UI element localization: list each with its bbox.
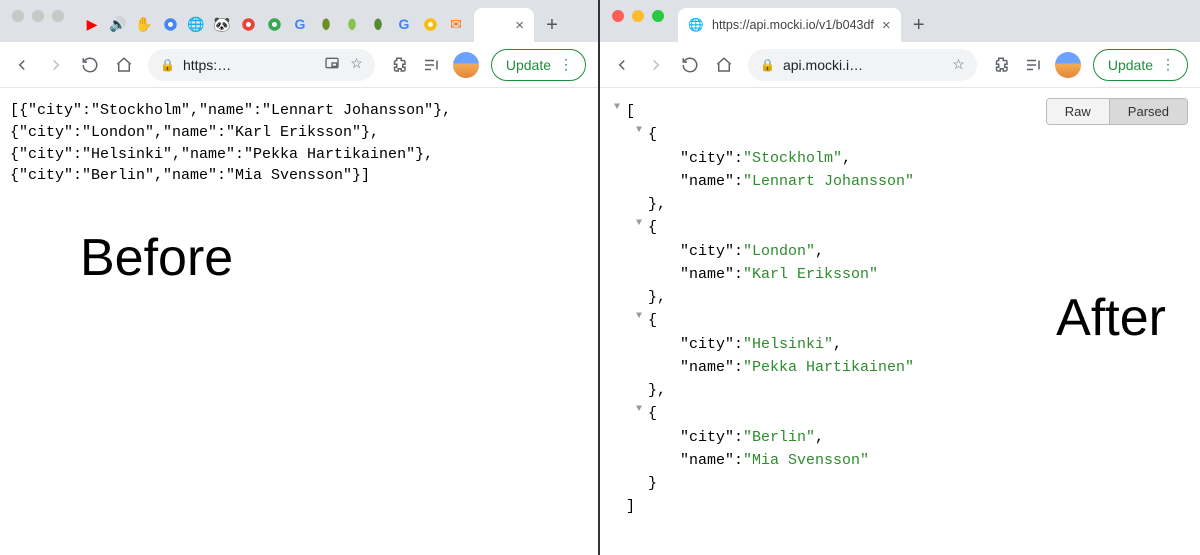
before-label: Before bbox=[80, 228, 233, 288]
toolbar-actions: Update ⋮ bbox=[991, 49, 1188, 81]
traffic-min[interactable] bbox=[32, 10, 44, 22]
star-icon[interactable]: ☆ bbox=[350, 55, 363, 74]
tabstrip: ▶ 🔊 ✋ 🌐 🐼 G ⬮ ⬮ ⬮ G ✉ × + bbox=[0, 0, 598, 42]
raw-tab-button[interactable]: Raw bbox=[1047, 99, 1109, 124]
pip-icon[interactable] bbox=[324, 55, 340, 74]
lock-icon: 🔒 bbox=[160, 58, 175, 72]
menu-dots-icon[interactable]: ⋮ bbox=[1161, 56, 1175, 73]
reload-button[interactable] bbox=[680, 55, 700, 75]
toggle-icon[interactable]: ▼ bbox=[636, 309, 648, 332]
pinned-google-icon[interactable]: G bbox=[292, 16, 308, 32]
close-tab-icon[interactable]: × bbox=[882, 17, 891, 34]
pinned-chrome2-icon[interactable] bbox=[240, 16, 256, 32]
page-content: [{"city":"Stockholm","name":"Lennart Joh… bbox=[0, 88, 598, 555]
pinned-leaf1-icon[interactable]: ⬮ bbox=[318, 16, 334, 32]
home-button[interactable] bbox=[714, 55, 734, 75]
new-tab-button[interactable]: + bbox=[538, 11, 566, 39]
toggle-icon[interactable]: ▼ bbox=[614, 100, 626, 123]
url-text: api.mocki.i… bbox=[783, 57, 944, 73]
mac-traffic-lights bbox=[606, 10, 674, 32]
back-button[interactable] bbox=[612, 55, 632, 75]
profile-avatar[interactable] bbox=[453, 52, 479, 78]
pinned-globe-icon[interactable]: 🌐 bbox=[188, 16, 204, 32]
pinned-mail-icon[interactable]: ✉ bbox=[448, 16, 464, 32]
home-button[interactable] bbox=[114, 55, 134, 75]
after-window: 🌐 https://api.mocki.io/v1/b043df × + 🔒 a… bbox=[600, 0, 1200, 555]
active-tab[interactable]: × bbox=[474, 8, 534, 42]
before-window: ▶ 🔊 ✋ 🌐 🐼 G ⬮ ⬮ ⬮ G ✉ × + 🔒 http bbox=[0, 0, 600, 555]
pinned-tabs: ▶ 🔊 ✋ 🌐 🐼 G ⬮ ⬮ ⬮ G ✉ bbox=[78, 16, 470, 42]
toggle-icon[interactable]: ▼ bbox=[636, 402, 648, 425]
update-button[interactable]: Update ⋮ bbox=[1093, 49, 1188, 81]
after-label: After bbox=[1056, 288, 1166, 348]
pinned-leaf3-icon[interactable]: ⬮ bbox=[370, 16, 386, 32]
globe-icon: 🌐 bbox=[688, 17, 704, 33]
pinned-google2-icon[interactable]: G bbox=[396, 16, 412, 32]
extensions-icon[interactable] bbox=[991, 55, 1011, 75]
lock-icon: 🔒 bbox=[760, 58, 775, 72]
update-label: Update bbox=[1108, 57, 1153, 73]
address-bar[interactable]: 🔒 https:… ☆ bbox=[148, 49, 375, 81]
url-text: https:… bbox=[183, 57, 316, 73]
pinned-chrome3-icon[interactable] bbox=[266, 16, 282, 32]
pinned-chrome4-icon[interactable] bbox=[422, 16, 438, 32]
json-property-row: "name": "Pekka Hartikainen" bbox=[614, 356, 1190, 379]
reading-list-icon[interactable] bbox=[421, 55, 441, 75]
reload-button[interactable] bbox=[80, 55, 100, 75]
tab-title: https://api.mocki.io/v1/b043df bbox=[712, 18, 874, 32]
close-tab-icon[interactable]: × bbox=[515, 17, 524, 34]
pinned-sound-icon[interactable]: 🔊 bbox=[110, 16, 126, 32]
json-viewer-toolbar: Raw Parsed bbox=[1046, 98, 1188, 125]
traffic-close[interactable] bbox=[612, 10, 624, 22]
json-property-row: "name": "Karl Eriksson" bbox=[614, 263, 1190, 286]
mac-traffic-lights bbox=[6, 10, 74, 32]
forward-button[interactable] bbox=[46, 55, 66, 75]
address-bar[interactable]: 🔒 api.mocki.i… ☆ bbox=[748, 49, 977, 81]
menu-dots-icon[interactable]: ⋮ bbox=[559, 56, 573, 73]
star-icon[interactable]: ☆ bbox=[952, 56, 965, 73]
update-label: Update bbox=[506, 57, 551, 73]
traffic-max[interactable] bbox=[652, 10, 664, 22]
forward-button[interactable] bbox=[646, 55, 666, 75]
back-button[interactable] bbox=[12, 55, 32, 75]
traffic-min[interactable] bbox=[632, 10, 644, 22]
raw-json-text: [{"city":"Stockholm","name":"Lennart Joh… bbox=[10, 100, 588, 187]
json-property-row: "city": "Berlin", bbox=[614, 426, 1190, 449]
update-button[interactable]: Update ⋮ bbox=[491, 49, 586, 81]
profile-avatar[interactable] bbox=[1055, 52, 1081, 78]
tabstrip: 🌐 https://api.mocki.io/v1/b043df × + bbox=[600, 0, 1200, 42]
toolbar-actions: Update ⋮ bbox=[389, 49, 586, 81]
extensions-icon[interactable] bbox=[389, 55, 409, 75]
reading-list-icon[interactable] bbox=[1023, 55, 1043, 75]
json-property-row: "name": "Mia Svensson" bbox=[614, 449, 1190, 472]
toggle-icon[interactable]: ▼ bbox=[636, 216, 648, 239]
page-content: Raw Parsed ▼[▼{"city": "Stockholm","name… bbox=[600, 88, 1200, 555]
json-property-row: "name": "Lennart Johansson" bbox=[614, 170, 1190, 193]
pinned-hand-icon[interactable]: ✋ bbox=[136, 16, 152, 32]
parsed-tab-button[interactable]: Parsed bbox=[1109, 99, 1187, 124]
toggle-icon[interactable]: ▼ bbox=[636, 123, 648, 146]
traffic-close[interactable] bbox=[12, 10, 24, 22]
pinned-chrome-icon[interactable] bbox=[162, 16, 178, 32]
pinned-youtube-icon[interactable]: ▶ bbox=[84, 16, 100, 32]
active-tab[interactable]: 🌐 https://api.mocki.io/v1/b043df × bbox=[678, 8, 901, 42]
pinned-leaf2-icon[interactable]: ⬮ bbox=[344, 16, 360, 32]
new-tab-button[interactable]: + bbox=[905, 11, 933, 39]
traffic-max[interactable] bbox=[52, 10, 64, 22]
pinned-panda-icon[interactable]: 🐼 bbox=[214, 16, 230, 32]
toolbar: 🔒 api.mocki.i… ☆ Update ⋮ bbox=[600, 42, 1200, 88]
json-property-row: "city": "Stockholm", bbox=[614, 147, 1190, 170]
toolbar: 🔒 https:… ☆ Update ⋮ bbox=[0, 42, 598, 88]
json-property-row: "city": "London", bbox=[614, 240, 1190, 263]
